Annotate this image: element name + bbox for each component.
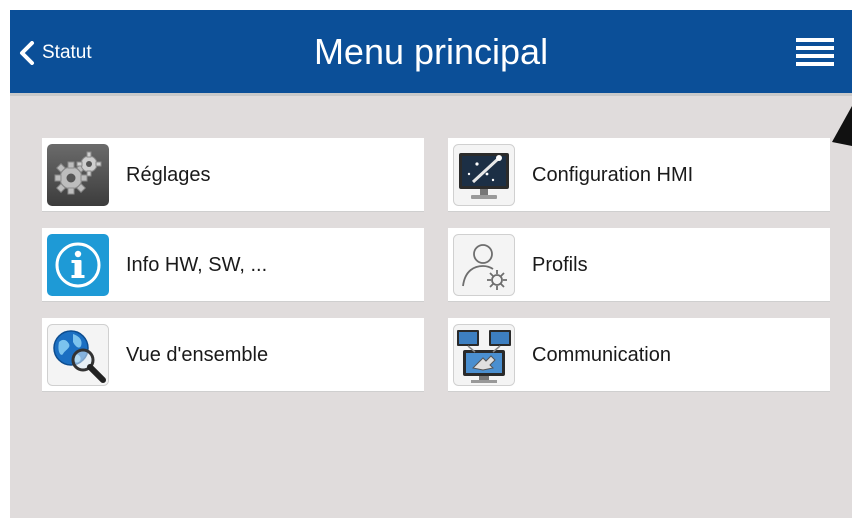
tile-label: Communication bbox=[532, 344, 671, 366]
info-icon bbox=[47, 234, 109, 296]
tile-label: Configuration HMI bbox=[532, 164, 694, 186]
page-title: Menu principal bbox=[313, 31, 549, 72]
tile-communication[interactable]: Communication bbox=[448, 318, 830, 392]
screen: Statut Menu principal Réglages Configura… bbox=[10, 10, 852, 518]
tile-vue-d-ensemble[interactable]: Vue d'ensemble bbox=[42, 318, 424, 392]
hamburger-menu-icon[interactable] bbox=[796, 36, 836, 70]
tile-info-hw-sw[interactable]: Info HW, SW, ... bbox=[42, 228, 424, 302]
tile-profils[interactable]: Profils bbox=[448, 228, 830, 302]
tile-label: Réglages bbox=[126, 164, 211, 186]
tile-label: Profils bbox=[532, 254, 588, 276]
tile-configuration-hmi[interactable]: Configuration HMI bbox=[448, 138, 830, 212]
globe-magnifier-icon bbox=[47, 324, 109, 386]
monitor-wand-icon bbox=[453, 144, 515, 206]
tile-label: Vue d'ensemble bbox=[126, 344, 269, 366]
network-computers-icon bbox=[453, 324, 515, 386]
gears-icon bbox=[47, 144, 109, 206]
header-bar: Statut Menu principal bbox=[10, 10, 852, 96]
user-gear-icon bbox=[453, 234, 515, 296]
tile-label: Info HW, SW, ... bbox=[126, 254, 268, 276]
tile-reglages[interactable]: Réglages bbox=[42, 138, 424, 212]
